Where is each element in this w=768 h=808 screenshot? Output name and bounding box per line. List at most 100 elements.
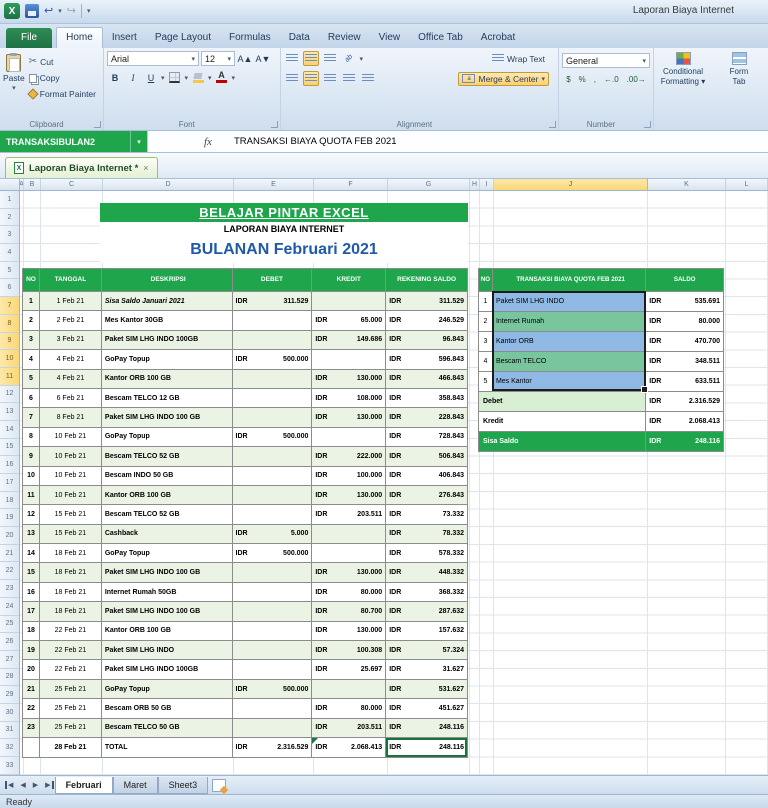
summary-footer-label[interactable]: Kredit: [479, 412, 647, 432]
shrink-font-button[interactable]: A▼: [255, 51, 271, 66]
saldo-cell[interactable]: IDR 466.843: [386, 369, 469, 389]
next-sheet-nav-icon[interactable]: ▶: [30, 781, 41, 789]
no-cell[interactable]: 16: [23, 582, 40, 603]
kredit-cell[interactable]: IDR 130.000: [312, 485, 387, 506]
column-header-G[interactable]: G: [388, 179, 470, 190]
alignment-dialog-launcher[interactable]: [549, 121, 556, 128]
kredit-cell[interactable]: IDR 203.511: [312, 505, 387, 525]
row-header-10[interactable]: 10: [0, 350, 19, 368]
row-header-11[interactable]: 11: [0, 367, 19, 386]
row-header-1[interactable]: 1: [0, 191, 19, 209]
number-dialog-launcher[interactable]: [644, 121, 651, 128]
saldo-cell[interactable]: IDR 311.529: [386, 292, 469, 312]
date-cell[interactable]: 10 Feb 21: [39, 447, 102, 467]
no-cell[interactable]: 8: [23, 427, 40, 448]
summary-saldo-cell[interactable]: IDR 80.000: [646, 312, 724, 332]
desc-cell[interactable]: Paket SIM LHG INDO 100 GB: [101, 602, 233, 622]
saldo-cell[interactable]: IDR 246.529: [386, 311, 469, 331]
ribbon-tab-office-tab[interactable]: Office Tab: [409, 28, 472, 48]
debet-cell[interactable]: [232, 408, 313, 428]
kredit-cell[interactable]: IDR 25.697: [312, 660, 387, 680]
column-header-E[interactable]: E: [234, 179, 314, 190]
ribbon-tab-acrobat[interactable]: Acrobat: [472, 28, 524, 48]
ribbon-tab-data[interactable]: Data: [280, 28, 319, 48]
saldo-cell[interactable]: IDR 358.843: [386, 388, 469, 409]
debet-cell[interactable]: [232, 582, 313, 603]
summary-label-cell[interactable]: Paket SIM LHG INDO: [492, 292, 647, 312]
align-right-button[interactable]: [322, 71, 338, 86]
no-cell[interactable]: 6: [23, 388, 40, 409]
row-header-21[interactable]: 21: [0, 545, 19, 563]
borders-button[interactable]: [167, 70, 183, 85]
row-header-18[interactable]: 18: [0, 492, 19, 510]
desc-cell[interactable]: Kantor ORB 100 GB: [101, 621, 233, 642]
debet-cell[interactable]: [232, 369, 313, 389]
save-icon[interactable]: [25, 4, 39, 18]
saldo-cell[interactable]: IDR 78.332: [386, 524, 469, 545]
kredit-cell[interactable]: IDR 65.000: [312, 311, 387, 331]
summary-label-cell[interactable]: Bescam TELCO: [492, 352, 647, 372]
debet-cell[interactable]: IDR 5.000: [232, 524, 313, 545]
align-middle-button[interactable]: [302, 51, 319, 66]
summary-footer-label[interactable]: Debet: [479, 392, 647, 412]
date-cell[interactable]: 4 Feb 21: [39, 350, 102, 370]
date-cell[interactable]: 18 Feb 21: [39, 602, 102, 622]
office-tab-document[interactable]: X Laporan Biaya Internet * ×: [5, 157, 158, 178]
total-kredit-cell[interactable]: IDR 2.068.413: [312, 737, 387, 758]
formula-input[interactable]: TRANSAKSI BIAYA QUOTA FEB 2021: [234, 136, 397, 147]
no-cell[interactable]: 2: [23, 311, 40, 331]
desc-cell[interactable]: GoPay Topup: [101, 350, 233, 370]
no-cell[interactable]: 22: [23, 699, 40, 719]
saldo-cell[interactable]: IDR 728.843: [386, 427, 469, 448]
date-cell[interactable]: 25 Feb 21: [39, 718, 102, 738]
kredit-cell[interactable]: IDR 149.686: [312, 330, 387, 351]
date-cell[interactable]: 18 Feb 21: [39, 544, 102, 564]
font-dialog-launcher[interactable]: [270, 121, 278, 128]
saldo-cell[interactable]: IDR 31.627: [386, 660, 469, 680]
file-tab[interactable]: File: [6, 28, 53, 48]
row-header-19[interactable]: 19: [0, 509, 19, 528]
qat-customize-dropdown-icon[interactable]: ▾: [87, 7, 91, 15]
column-header-C[interactable]: C: [41, 179, 103, 190]
kredit-cell[interactable]: IDR 100.000: [312, 466, 387, 486]
increase-decimal-button[interactable]: ←.0: [601, 73, 622, 86]
desc-cell[interactable]: Paket SIM LHG INDO 100GB: [101, 660, 233, 680]
bold-button[interactable]: B: [107, 70, 123, 85]
row-header-25[interactable]: 25: [0, 616, 19, 634]
date-cell[interactable]: 22 Feb 21: [39, 641, 102, 661]
debet-cell[interactable]: [232, 718, 313, 738]
last-sheet-nav-icon[interactable]: ▶: [42, 781, 54, 789]
debet-cell[interactable]: [232, 447, 313, 467]
total-label-cell[interactable]: TOTAL: [101, 737, 233, 758]
kredit-cell[interactable]: IDR 130.000: [312, 408, 387, 428]
date-cell[interactable]: 25 Feb 21: [39, 699, 102, 719]
font-family-select[interactable]: Arial ▾: [107, 51, 199, 66]
column-header-B[interactable]: B: [24, 179, 41, 190]
no-cell[interactable]: 15: [23, 563, 40, 583]
row-header-13[interactable]: 13: [0, 403, 19, 421]
grow-font-button[interactable]: A▲: [237, 51, 253, 66]
summary-footer-label[interactable]: Sisa Saldo: [479, 432, 647, 452]
saldo-cell[interactable]: IDR 578.332: [386, 544, 469, 564]
no-cell[interactable]: 18: [23, 621, 40, 642]
column-header-J[interactable]: J: [494, 179, 648, 190]
orientation-button[interactable]: ab: [341, 51, 357, 66]
date-cell[interactable]: 18 Feb 21: [39, 582, 102, 603]
row-header-2[interactable]: 2: [0, 209, 19, 227]
merge-center-button[interactable]: a Merge & Center ▾: [458, 71, 549, 86]
number-format-dropdown-icon[interactable]: ▾: [642, 57, 646, 65]
desc-cell[interactable]: GoPay Topup: [101, 679, 233, 700]
row-header-16[interactable]: 16: [0, 456, 19, 474]
align-top-button[interactable]: [284, 51, 300, 66]
align-center-button[interactable]: [302, 71, 319, 86]
debet-cell[interactable]: [232, 485, 313, 506]
summary-footer-value[interactable]: IDR 2.316.529: [646, 392, 724, 412]
row-header-32[interactable]: 32: [0, 739, 19, 757]
sheet-tab-maret[interactable]: Maret: [112, 776, 158, 794]
column-header-F[interactable]: F: [314, 179, 388, 190]
desc-cell[interactable]: Bescam TELCO 52 GB: [101, 505, 233, 525]
wrap-text-button[interactable]: Wrap Text: [488, 52, 549, 66]
summary-saldo-cell[interactable]: IDR 348.511: [646, 352, 724, 372]
desc-cell[interactable]: Cashback: [101, 524, 233, 545]
column-header-L[interactable]: L: [726, 179, 768, 190]
